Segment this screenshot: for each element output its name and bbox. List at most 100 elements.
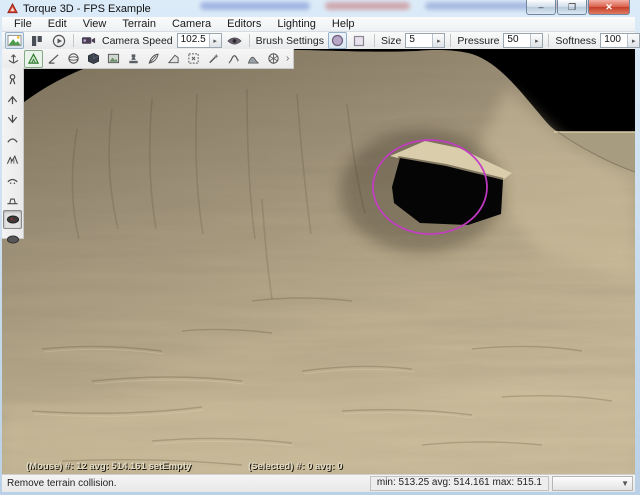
ramp-icon <box>167 52 180 65</box>
selected-status-text: (Selected) #: 0 avg: 0 <box>248 461 343 472</box>
panels-icon <box>31 35 43 47</box>
camera-dropdown-button[interactable] <box>79 32 98 49</box>
wand-icon <box>207 52 220 65</box>
brush-circle-button[interactable] <box>328 32 347 49</box>
window-title: Torque 3D - FPS Example <box>23 3 151 15</box>
magic-wand-button[interactable] <box>204 50 223 68</box>
gui-editor-button[interactable] <box>27 32 46 49</box>
maximize-button[interactable]: ❐ <box>557 0 587 15</box>
noise-arc-icon <box>6 173 19 186</box>
set-empty-button[interactable] <box>3 210 22 229</box>
object-editor-button[interactable] <box>4 50 23 68</box>
mission-area-button[interactable] <box>184 50 203 68</box>
material-editor-button[interactable] <box>64 50 83 68</box>
glass-blur-decoration <box>325 2 410 10</box>
dune-tool-button[interactable] <box>244 50 263 68</box>
grab-terrain-icon <box>6 73 19 86</box>
menu-view[interactable]: View <box>75 17 115 31</box>
lower-height-button[interactable] <box>3 110 22 129</box>
camera-icon <box>81 35 96 46</box>
torque-logo-icon <box>7 3 18 14</box>
square-brush-icon <box>353 35 365 47</box>
size-input[interactable]: 5 ▸ <box>405 33 445 48</box>
wheel-tool-button[interactable] <box>264 50 283 68</box>
world-editor-button[interactable] <box>5 32 24 49</box>
app-window: Torque 3D - FPS Example – ❐ ✕ File Edit … <box>0 0 640 495</box>
circle-brush-icon <box>331 34 344 47</box>
image-tool-button[interactable] <box>104 50 123 68</box>
brush-settings-label: Brush Settings <box>255 35 325 47</box>
close-button[interactable]: ✕ <box>588 0 630 15</box>
river-editor-button[interactable] <box>224 50 243 68</box>
pressure-label: Pressure <box>456 35 500 47</box>
size-label: Size <box>380 35 402 47</box>
camera-speed-spinner[interactable]: ▸ <box>209 34 221 47</box>
size-spinner[interactable]: ▸ <box>432 34 444 47</box>
slope-icon <box>47 52 60 65</box>
terrain-tools-bar <box>2 68 24 239</box>
axis-gizmo-icon <box>7 52 20 65</box>
softness-label: Softness <box>554 35 597 47</box>
softness-spinner[interactable]: ▸ <box>627 34 639 47</box>
viewport-status-overlay: (Mouse) #: 12 avg: 514.161 setEmpty (Sel… <box>2 461 635 472</box>
brush-square-button[interactable] <box>350 32 369 49</box>
dune-icon <box>247 52 260 65</box>
menu-help[interactable]: Help <box>324 17 363 31</box>
sphere-icon <box>67 52 80 65</box>
selection-box-icon <box>187 52 200 65</box>
mouse-status-text: (Mouse) #: 12 avg: 514.161 setEmpty <box>26 461 191 472</box>
play-icon <box>52 34 66 48</box>
raise-height-icon <box>6 93 19 106</box>
viewport: › <box>2 49 635 475</box>
softness-input[interactable]: 100 ▸ <box>600 33 640 48</box>
viewport-3d[interactable] <box>2 49 635 475</box>
paint-noise-button[interactable] <box>3 170 22 189</box>
main-toolbar: Camera Speed 102.5 ▸ Brush Settings Size <box>2 32 635 50</box>
shape-tool-button[interactable] <box>84 50 103 68</box>
pressure-spinner[interactable]: ▸ <box>530 34 542 47</box>
wheel-icon <box>267 52 280 65</box>
set-empty-icon <box>6 214 20 225</box>
camera-speed-input[interactable]: 102.5 ▸ <box>177 33 222 48</box>
flatten-button[interactable] <box>3 190 22 209</box>
play-game-button[interactable] <box>49 32 68 49</box>
clear-empty-icon <box>6 234 20 245</box>
menu-edit[interactable]: Edit <box>40 17 75 31</box>
visibility-button[interactable] <box>225 32 244 49</box>
mountain-peaks-icon <box>6 153 19 166</box>
smooth-arc-icon <box>6 133 19 146</box>
status-dropdown[interactable]: ▼ <box>552 476 633 491</box>
status-message: Remove terrain collision. <box>4 478 367 489</box>
menu-file[interactable]: File <box>6 17 40 31</box>
menu-terrain[interactable]: Terrain <box>114 17 164 31</box>
terrain-painter-button[interactable] <box>44 50 63 68</box>
lower-height-icon <box>6 113 19 126</box>
smooth-button[interactable] <box>3 130 22 149</box>
menu-bar: File Edit View Terrain Camera Editors Li… <box>2 17 635 32</box>
grab-terrain-button[interactable] <box>3 70 22 89</box>
toolbar-overflow-chevron[interactable]: › <box>284 53 291 64</box>
clear-empty-button[interactable] <box>3 230 22 249</box>
feather-icon <box>147 52 160 65</box>
stamp-icon <box>127 52 140 65</box>
status-bar: Remove terrain collision. min: 513.25 av… <box>2 474 635 492</box>
image-icon <box>107 52 120 65</box>
minimize-button[interactable]: – <box>526 0 556 15</box>
title-bar[interactable]: Torque 3D - FPS Example – ❐ ✕ <box>0 0 640 17</box>
flatten-icon <box>6 193 19 206</box>
editors-toolbar: › <box>2 49 294 69</box>
menu-editors[interactable]: Editors <box>219 17 269 31</box>
pressure-input[interactable]: 50 ▸ <box>503 33 543 48</box>
glass-blur-decoration <box>425 2 535 10</box>
particle-editor-button[interactable] <box>144 50 163 68</box>
menu-lighting[interactable]: Lighting <box>269 17 324 31</box>
terrain-editor-button[interactable] <box>24 50 43 68</box>
height-stats: min: 513.25 avg: 514.161 max: 515.1 <box>370 476 549 491</box>
menu-camera[interactable]: Camera <box>164 17 219 31</box>
ramp-tool-button[interactable] <box>164 50 183 68</box>
smooth-slope-button[interactable] <box>3 150 22 169</box>
terrain-icon <box>27 52 40 65</box>
cube-icon <box>87 52 100 65</box>
decal-editor-button[interactable] <box>124 50 143 68</box>
raise-height-button[interactable] <box>3 90 22 109</box>
